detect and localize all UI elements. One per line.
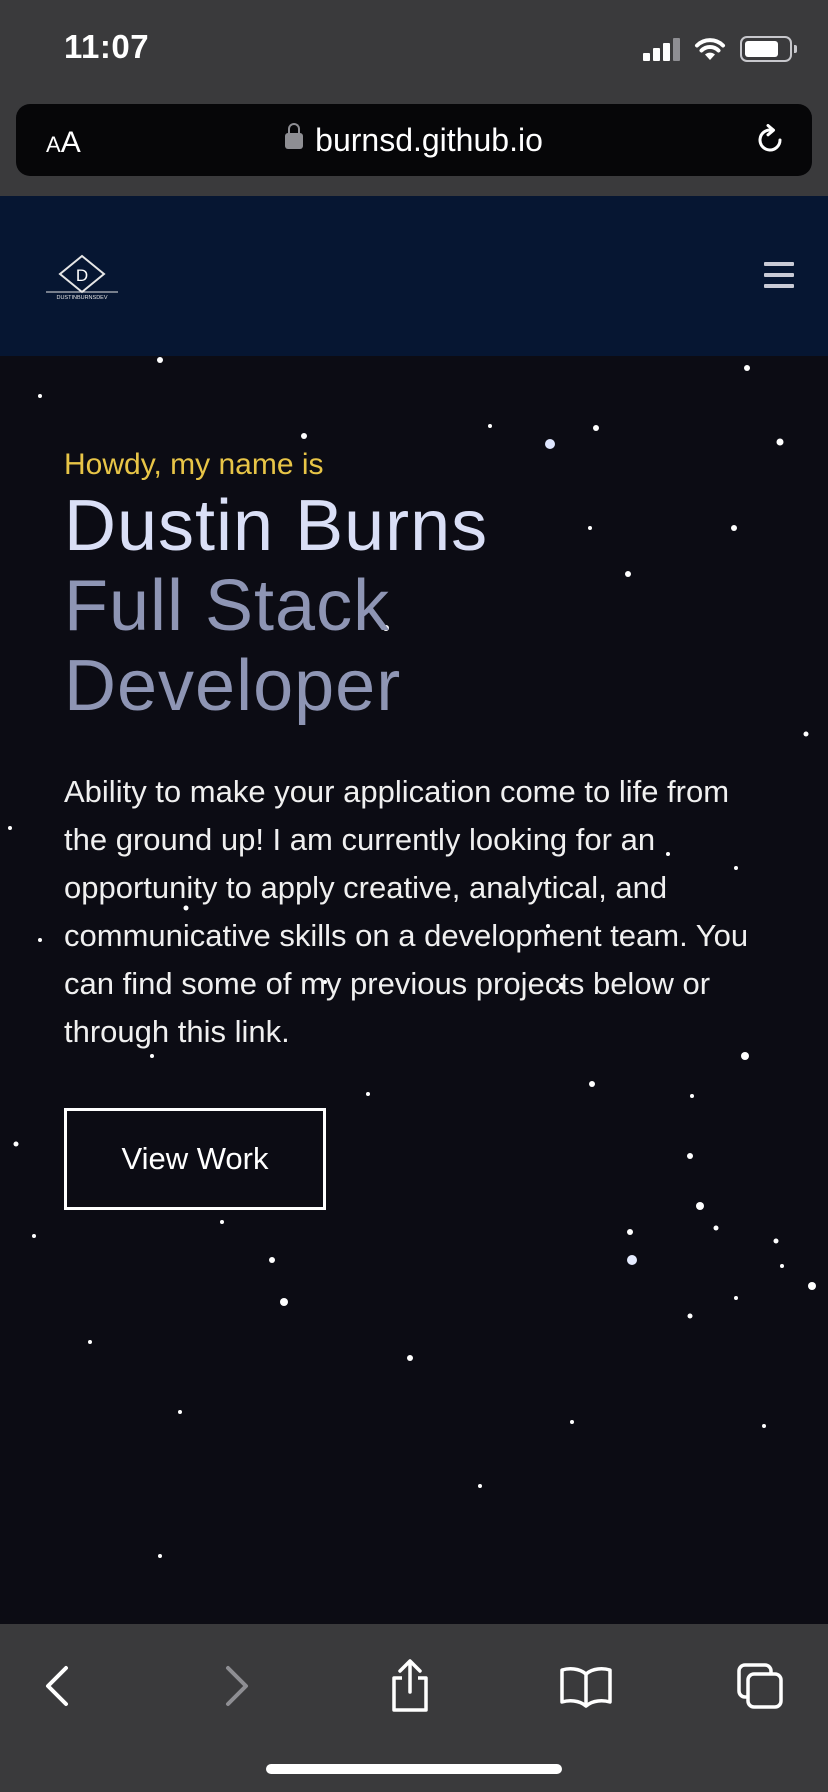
url-text: burnsd.github.io — [315, 122, 543, 158]
hamburger-menu-icon[interactable] — [764, 262, 794, 288]
forward-icon[interactable] — [206, 1656, 266, 1716]
reload-icon[interactable] — [754, 124, 786, 156]
hero-role-line1: Full Stack — [64, 566, 391, 646]
hero-greeting: Howdy, my name is — [64, 448, 324, 481]
status-time: 11:07 — [64, 28, 150, 65]
address-bar[interactable]: AA burnsd.github.io — [16, 104, 812, 176]
share-icon[interactable] — [380, 1656, 440, 1716]
logo-text: DUSTINBURNSDEV — [56, 295, 107, 301]
tabs-icon[interactable] — [730, 1656, 790, 1716]
status-icons — [643, 34, 797, 64]
bookmarks-icon[interactable] — [556, 1656, 616, 1716]
wifi-icon — [695, 38, 725, 60]
hero-name: Dustin Burns — [64, 486, 489, 566]
hero-description: Ability to make your application come to… — [64, 774, 749, 1049]
site-header: D DUSTINBURNSDEV — [0, 196, 828, 356]
home-indicator — [266, 1764, 562, 1774]
battery-icon — [740, 36, 797, 62]
lock-icon — [285, 123, 304, 149]
hero-content: Howdy, my name is Dustin Burns Full Stac… — [64, 448, 784, 1210]
back-icon[interactable] — [28, 1656, 88, 1716]
url-display[interactable]: burnsd.github.io — [16, 122, 812, 159]
status-bar: 11:07 — [0, 0, 828, 100]
logo-letter: D — [76, 266, 88, 285]
signal-icon — [643, 37, 680, 61]
browser-top-bar: AA burnsd.github.io — [0, 100, 828, 196]
browser-toolbar — [0, 1624, 828, 1792]
hero-role-line2: Developer — [64, 646, 402, 726]
view-work-button[interactable]: View Work — [64, 1108, 326, 1210]
hero-section: Howdy, my name is Dustin Burns Full Stac… — [0, 356, 828, 1624]
site-logo[interactable]: D DUSTINBURNSDEV — [44, 254, 120, 302]
